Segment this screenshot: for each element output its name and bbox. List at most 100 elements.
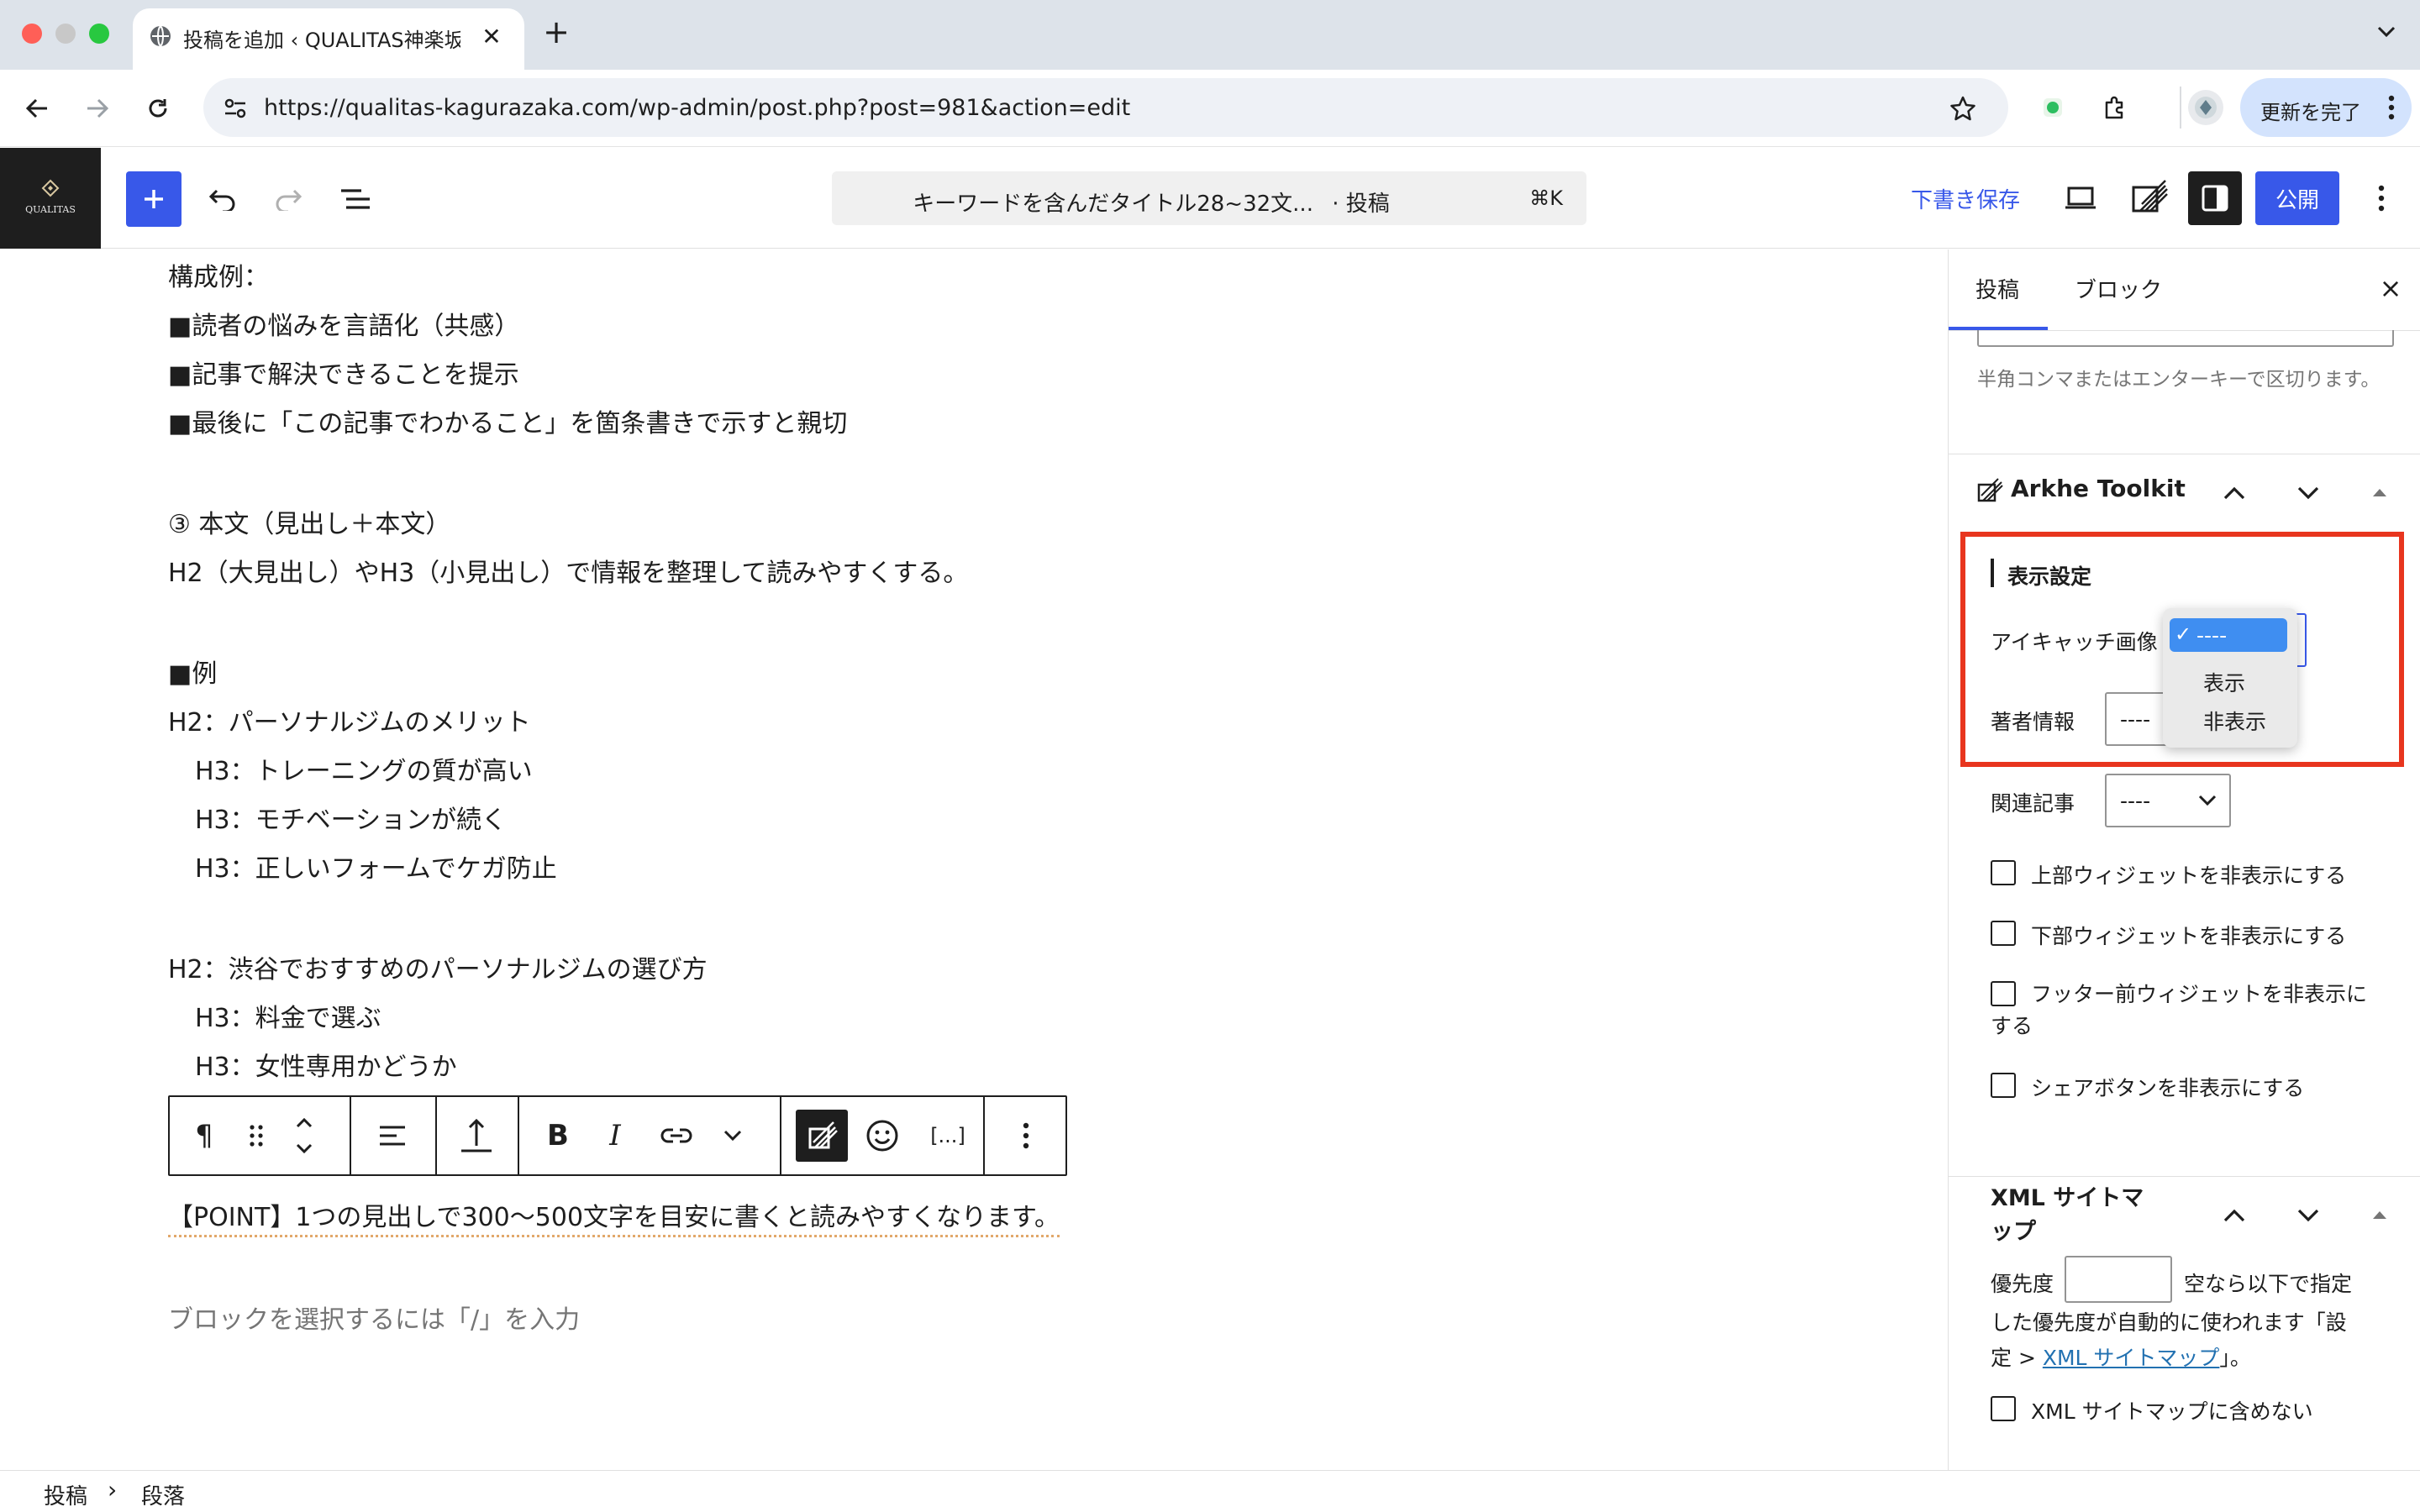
close-sidebar-icon[interactable]: × [2374,271,2407,305]
dropdown-option-hide[interactable]: 非表示 [2203,706,2266,736]
breadcrumb-post[interactable]: 投稿 [44,1479,87,1510]
update-label: 更新を完了 [2260,101,2361,124]
bold-button[interactable]: B [533,1097,583,1174]
tab-block[interactable]: ブロック [2075,273,2162,304]
update-chrome-button[interactable]: 更新を完了 [2240,78,2412,137]
paragraph-line[interactable]: H2：パーソナルジムのメリット [168,701,531,738]
priority-hint-1: 空なら以下で指定 [2184,1272,2353,1296]
logo-text: QUALITAS [25,204,76,215]
checkmark-icon: ✓ [2175,622,2192,646]
paragraph-line[interactable]: H3：モチベーションが続く [195,799,507,836]
toolbar-separator [435,1097,437,1174]
paragraph-line[interactable]: ■例 [168,653,217,690]
paragraph-line[interactable]: ■最後に「この記事でわかること」を箇条書きで示すと親切 [168,402,847,439]
browser-tab-strip: 投稿を追加 ‹ QUALITAS神楽坂店 ✕ + [0,0,2420,70]
paragraph-line[interactable]: H3：トレーニングの質が高い [195,750,533,787]
tags-input[interactable] [1977,330,2394,347]
hide-share-buttons-label[interactable]: シェアボタンを非表示にする [2031,1072,2304,1102]
move-up-down-icon[interactable] [282,1097,326,1174]
settings-sidebar-toggle[interactable] [2188,171,2242,225]
paragraph-line[interactable]: ■読者の悩みを言語化（共感） [168,305,519,342]
site-logo[interactable]: QUALITAS [0,148,101,249]
bookmark-star-icon[interactable] [1948,93,1978,123]
minimize-window-icon[interactable] [55,24,76,44]
extensions-puzzle-icon[interactable] [2099,92,2131,123]
dropdown-option-selected[interactable]: ✓ ---- [2170,618,2287,652]
move-panel-down-icon[interactable] [2291,1199,2325,1232]
add-block-button[interactable] [126,171,182,227]
tab-post[interactable]: 投稿 [1975,273,2019,304]
toolbar-separator [780,1097,781,1174]
evernote-extension-icon[interactable] [2039,93,2067,122]
more-formatting-chevron-icon[interactable] [711,1097,755,1174]
redo-icon[interactable] [269,180,308,218]
related-select-value: ---- [2120,789,2151,813]
paragraph-line[interactable]: 構成例： [168,256,269,293]
paragraph-line[interactable]: ■記事で解決できることを提示 [168,354,519,391]
close-tab-icon[interactable]: ✕ [477,22,506,50]
editor-canvas[interactable]: 構成例： ■読者の悩みを言語化（共感） ■記事で解決できることを提示 ■最後に「… [0,249,1948,1470]
dropdown-option-show[interactable]: 表示 [2203,667,2245,697]
move-panel-down-icon[interactable] [2291,476,2325,510]
xml-sitemap-panel-title[interactable]: XML サイトマップ [1991,1182,2159,1249]
browser-toolbar: https://qualitas-kagurazaka.com/wp-admin… [0,70,2420,147]
arkhe-panel-title[interactable]: Arkhe Toolkit [2011,475,2186,502]
options-menu-icon[interactable] [2365,178,2398,218]
reload-icon[interactable] [141,92,175,125]
xml-sitemap-settings-link[interactable]: XML サイトマップ [2043,1346,2220,1370]
publish-button[interactable]: 公開 [2255,171,2339,225]
hide-share-buttons-checkbox[interactable] [1991,1073,2016,1098]
italic-button[interactable]: I [590,1097,640,1174]
emoji-icon[interactable] [855,1097,909,1174]
forward-icon[interactable] [81,92,114,125]
breadcrumb-paragraph[interactable]: 段落 [141,1479,185,1510]
profile-avatar[interactable] [2188,90,2223,125]
paragraph-line[interactable]: H3：正しいフォームでケガ防止 [195,848,557,885]
preview-desktop-icon[interactable] [2060,178,2101,218]
more-vertical-icon[interactable] [2381,92,2402,123]
selected-paragraph[interactable]: 【POINT】1つの見出しで300〜500文字を目安に書くと読みやすくなります。 [168,1196,1060,1237]
arkhe-toolkit-icon[interactable] [2128,175,2171,218]
tab-search-icon[interactable] [2370,15,2403,49]
collapse-panel-icon[interactable] [2367,1202,2392,1227]
arkhe-format-button[interactable] [795,1097,849,1174]
paragraph-block-button[interactable]: ¶ [178,1097,230,1174]
block-appender-placeholder[interactable]: ブロックを選択するには「/」を入力 [168,1299,580,1336]
priority-input[interactable] [2065,1256,2172,1303]
link-icon[interactable] [647,1097,706,1174]
collapse-panel-icon[interactable] [2367,480,2392,505]
browser-tab[interactable]: 投稿を追加 ‹ QUALITAS神楽坂店 ✕ [133,8,524,70]
drag-handle-icon[interactable] [237,1097,276,1174]
paragraph-line[interactable]: H3：料金で選ぶ [195,997,381,1034]
vertical-align-icon[interactable] [447,1097,506,1174]
exclude-from-sitemap-checkbox[interactable] [1991,1396,2016,1421]
maximize-window-icon[interactable] [89,24,109,44]
close-window-icon[interactable] [22,24,42,44]
related-select[interactable]: ---- [2105,774,2231,827]
align-left-icon[interactable] [363,1097,422,1174]
command-palette-bar[interactable]: キーワードを含んだタイトル28~32文... · 投稿 ⌘K [832,171,1586,225]
back-icon[interactable] [20,92,54,125]
document-overview-icon[interactable] [336,180,375,218]
document-title: キーワードを含んだタイトル28~32文... · 投稿 [832,186,1470,218]
chevron-down-icon [2196,790,2219,811]
block-options-icon[interactable] [997,1097,1055,1174]
site-settings-icon[interactable] [222,95,249,122]
new-tab-button[interactable]: + [539,13,573,50]
undo-icon[interactable] [203,180,242,218]
move-panel-up-icon[interactable] [2217,476,2251,510]
shortcode-button[interactable]: [...] [916,1097,980,1174]
paragraph-line[interactable]: H2：渋谷でおすすめのパーソナルジムの選び方 [168,948,708,985]
paragraph-line[interactable]: H3：女性専用かどうか [195,1046,457,1083]
paragraph-line[interactable]: H2（大見出し）やH3（小見出し）で情報を整理して読みやすくする。 [168,552,968,589]
hide-prefooter-widget-label[interactable]: フッター前ウィジェットを非表示にする [1991,979,2386,1042]
paragraph-line[interactable]: ③ 本文（見出し＋本文） [168,503,450,540]
save-draft-button[interactable]: 下書き保存 [1911,183,2020,214]
hide-bottom-widget-checkbox[interactable] [1991,921,2016,946]
hide-top-widget-label[interactable]: 上部ウィジェットを非表示にする [2031,859,2346,890]
hide-top-widget-checkbox[interactable] [1991,860,2016,885]
hide-bottom-widget-label[interactable]: 下部ウィジェットを非表示にする [2031,920,2346,950]
move-panel-up-icon[interactable] [2217,1199,2251,1232]
address-bar[interactable]: https://qualitas-kagurazaka.com/wp-admin… [203,78,2008,137]
exclude-from-sitemap-label[interactable]: XML サイトマップに含めない [2031,1395,2313,1425]
